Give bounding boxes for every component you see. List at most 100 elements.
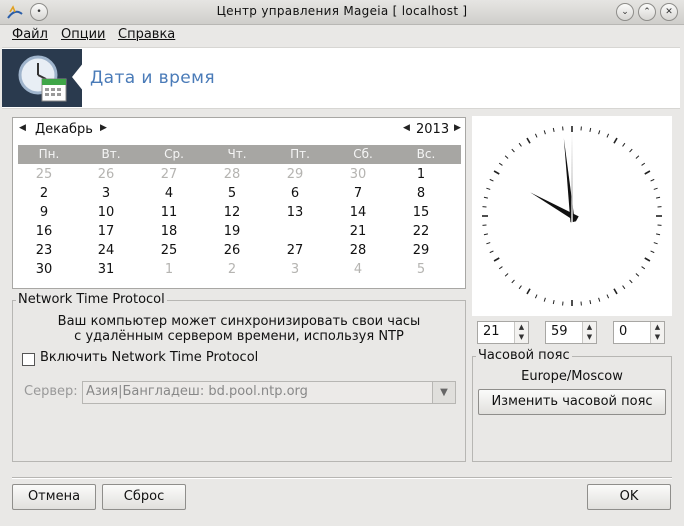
calendar-day[interactable]: 12 [207,205,257,220]
calendar-day[interactable]: 28 [333,243,383,258]
calendar-day[interactable]: 8 [396,186,446,201]
calendar-day[interactable]: 25 [144,243,194,258]
clock-tick [635,155,640,159]
calendar-day[interactable]: 3 [81,186,131,201]
weekday-label: Вс. [416,147,436,161]
reset-button[interactable]: Сброс [102,484,186,510]
clock-tick [534,294,538,299]
clock-tick [552,127,555,132]
calendar-day[interactable]: 5 [396,262,446,277]
calendar-day[interactable]: 14 [333,205,383,220]
calendar-day[interactable]: 2 [19,186,69,201]
calendar-day[interactable]: 4 [144,186,194,201]
ntp-enable-checkbox[interactable] [22,353,35,366]
timezone-value: Europe/Moscow [521,369,623,384]
close-button[interactable]: ✕ [660,3,678,21]
chevron-down-icon: ▼ [432,382,455,403]
weekday-label: Пт. [290,147,310,161]
calendar-day[interactable]: 26 [207,243,257,258]
clock-face [482,126,662,306]
calendar-day[interactable]: 5 [207,186,257,201]
calendar-day[interactable]: 15 [396,205,446,220]
calendar-day[interactable]: 6 [270,186,320,201]
calendar-day[interactable]: 4 [333,262,383,277]
seconds-spinner[interactable]: 0 ▲ ▼ [613,321,665,344]
calendar-day[interactable]: 30 [333,167,383,182]
clock-tick [518,285,522,290]
calendar-day[interactable]: 29 [270,167,320,182]
maximize-button[interactable]: ⌃ [638,3,656,21]
hours-value: 21 [483,324,500,339]
calendar-day[interactable]: 19 [207,224,257,239]
hours-spin-arrows-icon[interactable]: ▲ ▼ [514,322,528,343]
prev-year-arrow-icon[interactable]: ◀ [403,123,410,133]
clock-tick [486,242,491,245]
menubar: Файл Опции Справка [0,25,684,46]
calendar-day[interactable]: 1 [144,262,194,277]
calendar-day[interactable]: 27 [270,243,320,258]
header-banner: Дата и время [2,47,680,109]
clock-tick [511,279,515,284]
clock-tick [653,242,658,245]
clock-tick [613,288,618,295]
calendar-day[interactable]: 22 [396,224,446,239]
change-timezone-button[interactable]: Изменить часовой пояс [478,389,666,415]
clock-tick [622,285,626,290]
menu-file[interactable]: Файл [12,27,48,42]
clock-tick [629,148,633,153]
server-label: Сервер: [24,384,78,399]
window-title: Центр управления Mageia [ localhost ] [216,4,468,18]
calendar-day[interactable]: 13 [270,205,320,220]
menu-help[interactable]: Справка [118,27,175,42]
calendar-day[interactable]: 10 [81,205,131,220]
calendar-day[interactable]: 26 [81,167,131,182]
calendar-day[interactable]: 7 [333,186,383,201]
calendar-day[interactable]: 23 [19,243,69,258]
calendar-day[interactable]: 16 [19,224,69,239]
ntp-enable-label[interactable]: Включить Network Time Protocol [40,350,258,365]
clock-tick [650,250,655,254]
calendar-day[interactable]: 9 [19,205,69,220]
clock-tick [635,273,640,277]
weekday-label: Пн. [38,147,60,161]
clock-tick [644,170,651,175]
next-year-arrow-icon[interactable]: ▶ [454,123,461,133]
clock-tick [656,196,661,199]
next-month-arrow-icon[interactable]: ▶ [100,123,107,133]
minutes-spinner[interactable]: 59 ▲ ▼ [545,321,597,344]
clock-tick [498,266,503,270]
calendar-day[interactable]: 29 [396,243,446,258]
cancel-button[interactable]: Отмена [12,484,96,510]
hours-spinner[interactable]: 21 ▲ ▼ [477,321,529,344]
calendar-month: Декабрь [35,122,93,137]
calendar-year: 2013 [416,122,450,137]
calendar-day[interactable]: 18 [144,224,194,239]
seconds-spin-arrows-icon[interactable]: ▲ ▼ [650,322,664,343]
clock-tick [493,257,500,262]
calendar-day[interactable]: 24 [81,243,131,258]
clock-tick [534,133,538,138]
calendar-day[interactable]: 28 [207,167,257,182]
calendar-day[interactable]: 1 [396,167,446,182]
clock-minute-hand [563,138,575,223]
header-wedge [72,62,84,92]
ok-button[interactable]: OK [587,484,671,510]
page-title: Дата и время [90,68,215,88]
calendar-day[interactable]: 30 [19,262,69,277]
calendar-day[interactable]: 25 [19,167,69,182]
calendar-day[interactable]: 21 [333,224,383,239]
calendar-day[interactable]: 27 [144,167,194,182]
calendar-day[interactable]: 3 [270,262,320,277]
calendar-day[interactable]: 17 [81,224,131,239]
minimize-button[interactable]: ⌄ [616,3,634,21]
clock-tick [498,162,503,166]
minutes-spin-arrows-icon[interactable]: ▲ ▼ [582,322,596,343]
menu-options[interactable]: Опции [61,27,105,42]
prev-month-arrow-icon[interactable]: ◀ [19,123,26,133]
header-icon-background [2,49,82,107]
calendar-day[interactable]: 31 [81,262,131,277]
weekday-label: Вт. [101,147,121,161]
calendar-day[interactable]: 2 [207,262,257,277]
calendar-day[interactable]: 11 [144,205,194,220]
clock-tick [589,300,592,305]
